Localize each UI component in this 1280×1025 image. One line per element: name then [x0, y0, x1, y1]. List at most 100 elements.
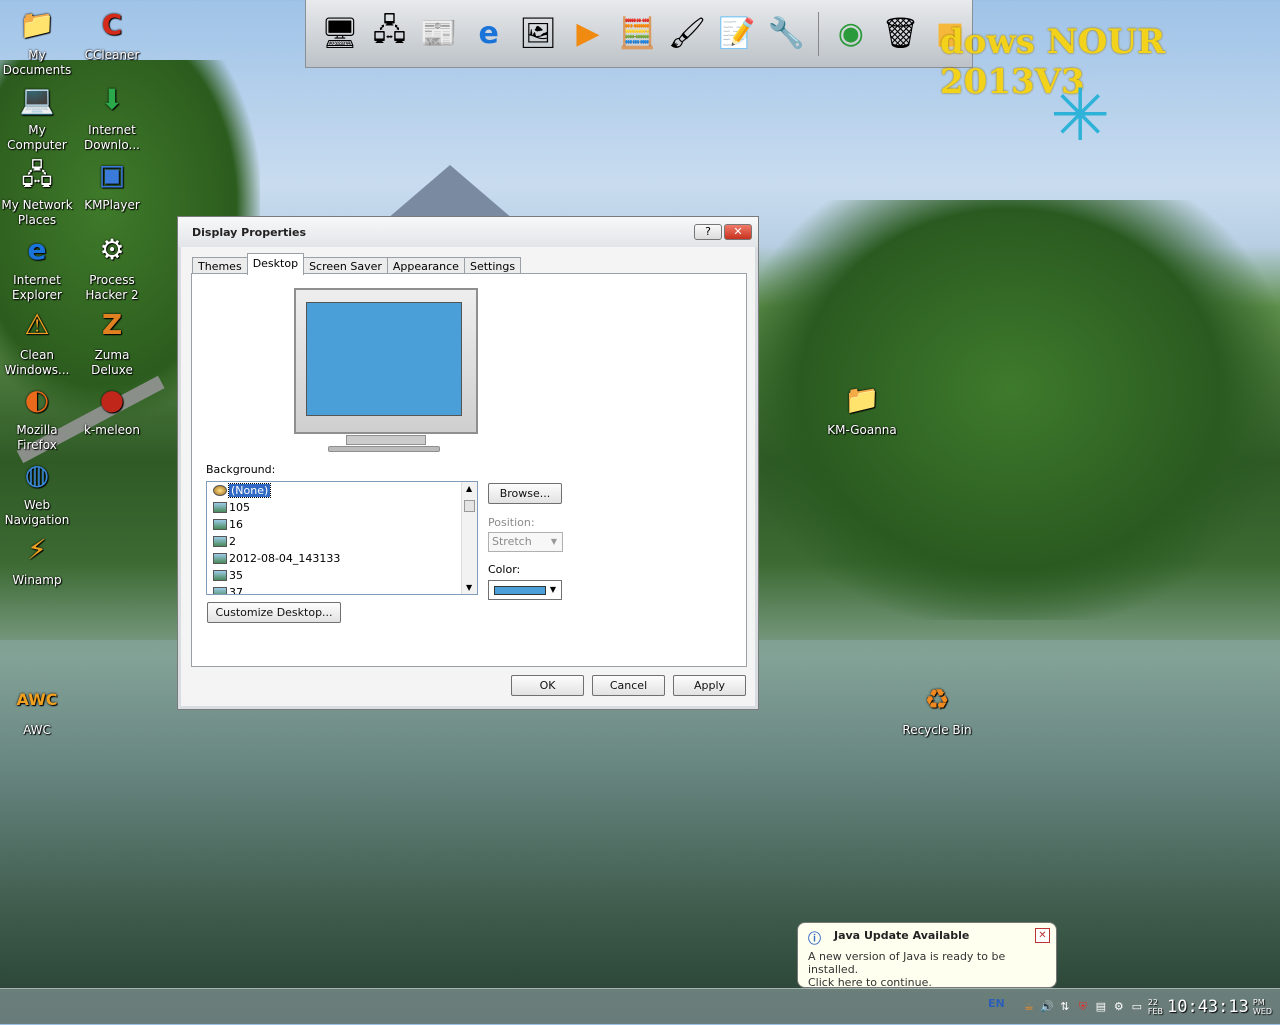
network-status-icon[interactable]: ⇅	[1058, 1000, 1072, 1014]
list-item-label: 2	[229, 535, 236, 548]
list-item[interactable]: 37	[207, 584, 477, 594]
desktop-icon-label: My Network Places	[1, 198, 73, 227]
help-button[interactable]: ?	[694, 224, 722, 240]
display-properties-dialog: Display Properties ? ✕ Themes Desktop Sc…	[177, 216, 759, 710]
desktop-icon-label: AWC	[23, 723, 51, 737]
list-item-label: 16	[229, 518, 243, 531]
list-item[interactable]: 2	[207, 533, 477, 550]
browse-button[interactable]: Browse...	[488, 483, 562, 504]
desktop-icon-label: KMPlayer	[84, 198, 140, 212]
position-select[interactable]: Stretch ▼	[488, 532, 563, 552]
desktop-icon-recycle-bin[interactable]: ♻ Recycle Bin	[900, 677, 974, 738]
security-icon[interactable]: ⛨	[1076, 1000, 1090, 1014]
java-update-notification[interactable]: ⓘ Java Update Available A new version of…	[797, 922, 1057, 989]
network-icon[interactable]: 🖧	[368, 9, 412, 59]
desktop-icon-my-computer[interactable]: 💻 My Computer	[0, 77, 74, 153]
app-tray-icon[interactable]: ▤	[1094, 1000, 1108, 1014]
position-value: Stretch	[492, 535, 532, 548]
color-label: Color:	[488, 563, 521, 576]
desktop-icon-label: Internet Explorer	[12, 273, 62, 302]
desktop-icon-kmplayer[interactable]: ▣ KMPlayer	[75, 152, 149, 213]
list-item[interactable]: 105	[207, 499, 477, 516]
k-meleon-icon: ●	[99, 382, 125, 416]
desktop-icon-label: Zuma Deluxe	[91, 348, 133, 377]
winamp-icon: ⚡	[27, 532, 47, 566]
calculator-icon[interactable]: 🧮	[616, 9, 660, 59]
taskbar: EN ☕ 🔊 ⇅ ⛨ ▤ ⚙ ▭ 22 FEB 10:43:13 PM WED	[0, 988, 1280, 1024]
position-label: Position:	[488, 516, 535, 529]
list-item-label: 105	[229, 501, 250, 514]
tool-tray-icon[interactable]: ⚙	[1112, 1000, 1126, 1014]
date-month: FEB	[1147, 1007, 1163, 1016]
desktop-icon-web-navigation[interactable]: ◍ Web Navigation	[0, 452, 74, 528]
utility-icon[interactable]: 🔧	[764, 9, 808, 59]
brand-star-icon: ✳	[1050, 73, 1111, 157]
desktop-icon-internet-explorer[interactable]: e Internet Explorer	[0, 227, 74, 303]
monitor-icon[interactable]: 🖥	[318, 9, 362, 59]
notepad-icon[interactable]: 📝	[715, 9, 759, 59]
background-listbox[interactable]: (None) 105 16 2 2012-08-04_143133 35 37 …	[206, 481, 478, 595]
desktop-icon-label: Recycle Bin	[902, 723, 972, 737]
media-icon[interactable]: 🖼	[516, 9, 560, 59]
cancel-button[interactable]: Cancel	[592, 675, 665, 696]
desktop-icon-clean-windows[interactable]: ⚠ Clean Windows...	[0, 302, 74, 378]
desktop-icon-label: Internet Downlo...	[84, 123, 140, 152]
clock-weekday: WED	[1252, 1007, 1272, 1016]
desktop-icon-winamp[interactable]: ⚡ Winamp	[0, 527, 74, 588]
play-icon[interactable]: ▶	[566, 9, 610, 59]
dialog-titlebar[interactable]: Display Properties	[178, 217, 758, 247]
color-picker-button[interactable]: ▼	[488, 580, 562, 600]
background-label: Background:	[206, 463, 276, 476]
internet-explorer-icon[interactable]: e	[467, 9, 511, 59]
java-icon[interactable]: ☕	[1022, 1000, 1036, 1014]
display-tray-icon[interactable]: ▭	[1130, 1000, 1144, 1014]
tab-desktop[interactable]: Desktop	[246, 253, 305, 275]
desktop-icon-internet-download[interactable]: ⬇ Internet Downlo...	[75, 77, 149, 153]
notification-line1: A new version of Java is ready to be ins…	[808, 950, 1006, 976]
scroll-down-icon[interactable]: ▼	[466, 583, 472, 592]
language-indicator[interactable]: EN	[988, 997, 1005, 1010]
folder-icon: 📁	[19, 7, 55, 41]
list-item[interactable]: 2012-08-04_143133	[207, 550, 477, 567]
desktop-icon-km-goanna[interactable]: 📁 KM-Goanna	[824, 377, 900, 438]
close-button[interactable]: ✕	[724, 224, 752, 240]
desktop-icon-ccleaner[interactable]: C CCleaner	[75, 2, 149, 63]
desktop-icon-k-meleon[interactable]: ● k-meleon	[75, 377, 149, 438]
dock-separator	[818, 11, 820, 56]
clock-time[interactable]: 10:43:13	[1167, 997, 1249, 1017]
ok-button[interactable]: OK	[511, 675, 584, 696]
customize-desktop-button[interactable]: Customize Desktop...	[207, 602, 341, 623]
monitor-screen-preview	[306, 302, 462, 416]
desktop-icon-my-network-places[interactable]: 🖧 My Network Places	[0, 152, 74, 228]
apply-button[interactable]: Apply	[673, 675, 746, 696]
desktop-icon-my-documents[interactable]: 📁 My Documents	[0, 2, 74, 78]
info-icon: ⓘ	[808, 932, 822, 947]
scroll-thumb[interactable]	[464, 500, 475, 512]
documents-icon[interactable]: 📰	[417, 9, 461, 59]
list-item[interactable]: 16	[207, 516, 477, 533]
scroll-up-icon[interactable]: ▲	[466, 484, 472, 493]
image-icon	[213, 519, 227, 530]
listbox-scrollbar[interactable]: ▲ ▼	[461, 482, 477, 594]
wallpaper-forest-right	[740, 200, 1280, 620]
folder-icon: 📁	[844, 382, 880, 416]
desktop-icon-process-hacker[interactable]: ⚙ Process Hacker 2	[75, 227, 149, 303]
recycle-icon[interactable]: 🗑	[879, 9, 923, 59]
list-item[interactable]: 35	[207, 567, 477, 584]
kmplayer-icon: ▣	[98, 157, 126, 191]
desktop-icon-zuma-deluxe[interactable]: Z Zuma Deluxe	[75, 302, 149, 378]
volume-icon[interactable]: 🔊	[1040, 1000, 1054, 1014]
list-item-label: (None)	[227, 483, 272, 498]
desktop-icon-label: CCleaner	[84, 48, 140, 62]
list-item[interactable]: (None)	[207, 482, 477, 499]
close-icon[interactable]: ✕	[1035, 928, 1050, 943]
paint-icon[interactable]: 🖌	[665, 9, 709, 59]
chrome-icon[interactable]: ◉	[829, 9, 873, 59]
clock-period: PM	[1252, 998, 1265, 1007]
chevron-down-icon: ▼	[549, 585, 557, 594]
globe-icon: ◍	[24, 457, 50, 491]
desktop-icon-mozilla-firefox[interactable]: ◐ Mozilla Firefox	[0, 377, 74, 453]
image-icon	[213, 587, 227, 594]
date-block[interactable]: 22 FEB	[1148, 998, 1163, 1016]
desktop-icon-awc[interactable]: AWC AWC	[0, 677, 74, 738]
